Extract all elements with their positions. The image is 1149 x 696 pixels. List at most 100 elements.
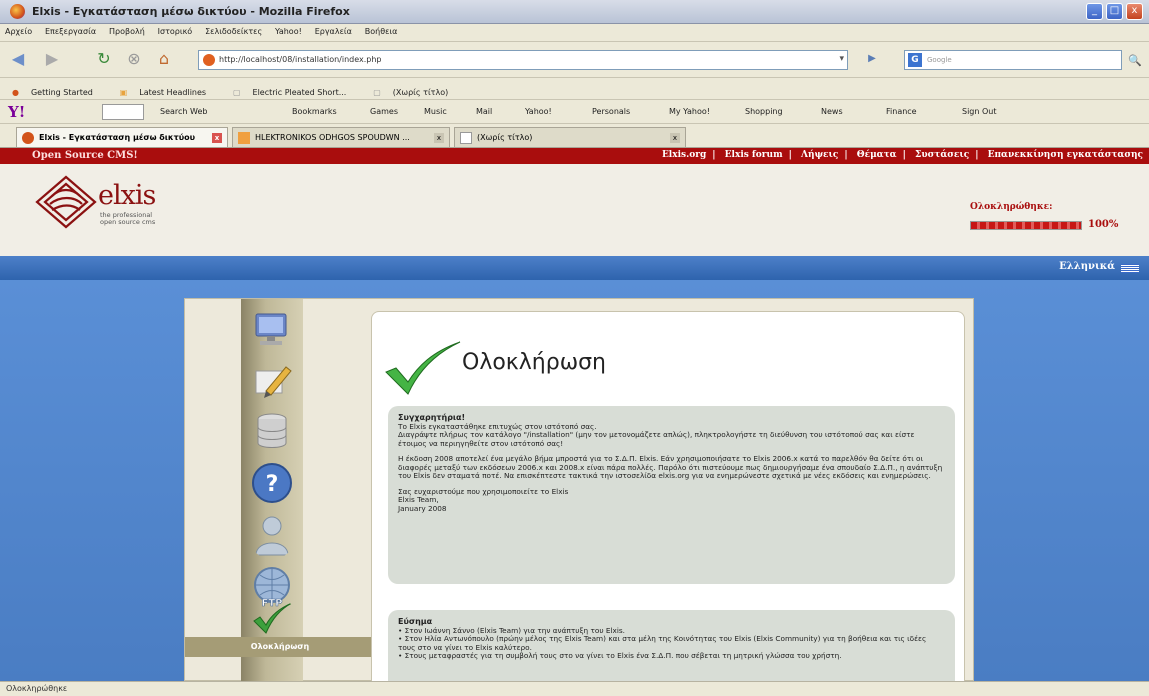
bookmarks-toolbar: ● Getting Started ▣ Latest Headlines ▢ E… <box>0 78 1149 100</box>
logo-tagline-line: open source cms <box>100 218 156 226</box>
navigation-toolbar: ◀ ▶ ↻ ⊗ ⌂ http://localhost/08/installati… <box>0 42 1149 78</box>
tab-close-icon[interactable]: x <box>434 133 444 143</box>
menu-bar: Αρχείο Επεξεργασία Προβολή Ιστορικό Σελι… <box>0 24 1149 42</box>
bookmark-label: Getting Started <box>30 88 93 97</box>
tab-close-icon[interactable]: x <box>212 133 222 143</box>
status-text: Ολοκληρώθηκε <box>6 684 68 693</box>
go-icon[interactable]: ▶ <box>860 48 884 70</box>
home-icon[interactable]: ⌂ <box>152 48 176 70</box>
yahoo-yahoo[interactable]: Yahoo! <box>525 107 552 116</box>
site-top-bar: Open Source CMS! Elxis.org | Elxis forum |… <box>0 148 1149 164</box>
progress-value: 100% <box>1088 219 1119 230</box>
site-brand: Open Source CMS! <box>32 150 138 161</box>
steps-sidebar: ? FTP <box>241 299 303 681</box>
firefox-icon <box>10 4 25 19</box>
link-themes[interactable]: Θέματα <box>857 150 897 160</box>
menu-file[interactable]: Αρχείο <box>0 24 37 36</box>
yahoo-finance[interactable]: Finance <box>886 107 917 116</box>
maximize-button[interactable]: □ <box>1106 3 1123 20</box>
menu-yahoo[interactable]: Yahoo! <box>270 24 307 36</box>
forward-icon[interactable]: ▶ <box>40 48 64 70</box>
minimize-button[interactable]: _ <box>1086 3 1103 20</box>
yahoo-mail[interactable]: Mail <box>476 107 492 116</box>
congrats-paragraph: Η έκδοση 2008 αποτελεί ένα μεγάλο βήμα μ… <box>398 454 943 480</box>
database-icon <box>257 413 287 448</box>
menu-history[interactable]: Ιστορικό <box>153 24 198 36</box>
page-icon: ▢ <box>373 88 381 97</box>
page-title: Ολοκλήρωση <box>462 350 606 375</box>
content-panel: Ολοκλήρωση Συγχαρητήρια! Το Elxis εγκατα… <box>371 311 965 681</box>
yahoo-personals[interactable]: Personals <box>592 107 630 116</box>
link-recommendations[interactable]: Συστάσεις <box>915 150 969 160</box>
tab-label: Elxis - Εγκατάσταση μέσω δικτύου <box>39 133 196 142</box>
logo-text: elxis <box>98 180 156 211</box>
close-button[interactable]: x <box>1126 3 1143 20</box>
yahoo-news[interactable]: News <box>821 107 843 116</box>
page-icon: ▢ <box>232 88 241 97</box>
link-elxis-org[interactable]: Elxis.org <box>662 150 706 160</box>
bookmark-latest-headlines[interactable]: ▣ Latest Headlines <box>108 78 218 97</box>
tab-bar: Elxis - Εγκατάσταση μέσω δικτύου x HLEKT… <box>0 124 1149 148</box>
window-title: Elxis - Εγκατάσταση μέσω δικτύου - Mozil… <box>32 5 350 18</box>
yahoo-my-yahoo[interactable]: My Yahoo! <box>669 107 710 116</box>
language-selector[interactable]: Ελληνικά <box>1059 261 1115 272</box>
yahoo-music[interactable]: Music <box>424 107 447 116</box>
menu-help[interactable]: Βοήθεια <box>360 24 403 36</box>
search-input[interactable]: G Google <box>904 50 1122 70</box>
back-icon[interactable]: ◀ <box>6 48 30 70</box>
yahoo-logo[interactable]: Y! <box>8 103 25 121</box>
firefox-icon: ● <box>12 88 19 97</box>
search-go-icon[interactable]: 🔍 <box>1128 54 1142 67</box>
link-restart-install[interactable]: Επανεκκίνηση εγκατάστασης <box>988 150 1143 160</box>
progress-fill <box>971 222 1081 229</box>
current-step-label: Ολοκλήρωση <box>185 637 375 657</box>
language-bar: Ελληνικά <box>0 256 1149 280</box>
credit-item: • Στους μεταφραστές για τη συμβολή τους … <box>398 651 842 660</box>
window-titlebar: Elxis - Εγκατάσταση μέσω δικτύου - Mozil… <box>0 0 1149 24</box>
yahoo-sign-out[interactable]: Sign Out <box>962 107 997 116</box>
progress-label: Ολοκληρώθηκε: <box>970 202 1053 212</box>
search-placeholder: Google <box>927 56 952 64</box>
yahoo-bookmarks[interactable]: Bookmarks <box>292 107 337 116</box>
yahoo-games[interactable]: Games <box>370 107 398 116</box>
menu-bookmarks[interactable]: Σελιδοδείκτες <box>200 24 267 36</box>
monitor-icon <box>255 313 287 345</box>
tab-odhgos[interactable]: HLEKTRONIKOS ODHGOS SPOUDWN ... x <box>232 127 450 147</box>
menu-view[interactable]: Προβολή <box>104 24 150 36</box>
tab-untitled[interactable]: (Χωρίς τίτλο) x <box>454 127 686 147</box>
user-icon <box>255 516 289 556</box>
yahoo-search-input[interactable] <box>102 104 144 120</box>
bookmark-untitled[interactable]: ▢ (Χωρίς τίτλο) <box>361 78 460 97</box>
link-elxis-forum[interactable]: Elxis forum <box>725 150 783 160</box>
star-icon[interactable]: ▾ <box>839 54 844 64</box>
tab-close-icon[interactable]: x <box>670 133 680 143</box>
page-icon <box>460 132 472 144</box>
site-header: elxis the professional open source cms Ολ… <box>0 164 1149 256</box>
google-icon: G <box>908 53 922 67</box>
menu-edit[interactable]: Επεξεργασία <box>40 24 101 36</box>
check-icon <box>253 602 293 634</box>
check-icon <box>385 341 461 395</box>
yahoo-search-web[interactable]: Search Web <box>160 107 207 116</box>
rss-icon: ▣ <box>119 88 128 97</box>
link-downloads[interactable]: Λήψεις <box>801 150 838 160</box>
menu-tools[interactable]: Εργαλεία <box>310 24 357 36</box>
elxis-logo-icon <box>35 175 97 229</box>
credits-box: Εύσημα • Στον Ιωάννη Σάννο (Elxis Team) … <box>388 610 955 681</box>
credit-item: • Στον Ηλία Αντωνόπουλο (πρώην μέλος της… <box>398 634 927 652</box>
bookmark-label: (Χωρίς τίτλο) <box>392 88 449 97</box>
yahoo-shopping[interactable]: Shopping <box>745 107 783 116</box>
greek-flag-icon <box>1121 264 1139 273</box>
top-links: Elxis.org | Elxis forum | Λήψεις | Θέματα | … <box>661 150 1143 160</box>
bookmark-getting-started[interactable]: ● Getting Started <box>0 78 105 97</box>
bookmark-label: Latest Headlines <box>139 88 207 97</box>
reload-icon[interactable]: ↻ <box>92 48 116 70</box>
tab-elxis[interactable]: Elxis - Εγκατάσταση μέσω δικτύου x <box>16 127 228 147</box>
congrats-box: Συγχαρητήρια! Το Elxis εγκαταστάθηκε επι… <box>388 406 955 584</box>
bookmark-electric[interactable]: ▢ Electric Pleated Short... <box>221 78 358 97</box>
stop-icon[interactable]: ⊗ <box>122 48 146 70</box>
url-input[interactable]: http://localhost/08/installation/index.p… <box>198 50 848 70</box>
status-bar: Ολοκληρώθηκε <box>0 681 1149 696</box>
bookmark-label: Electric Pleated Short... <box>252 88 347 97</box>
installer-container: ? FTP Ολοκλήρωση Ολοκλήρωση Συγχαρητήρια… <box>184 298 974 681</box>
